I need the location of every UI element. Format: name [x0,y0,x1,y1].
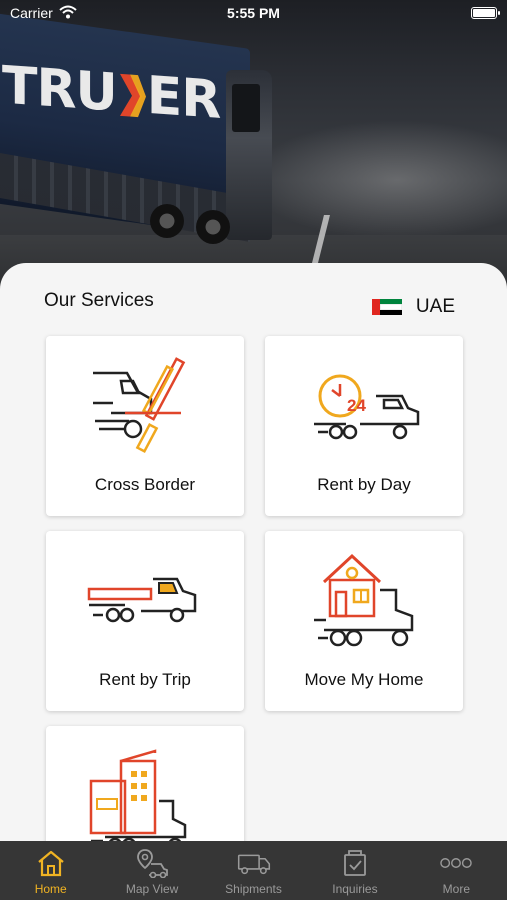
service-card-rent-by-trip[interactable]: Rent by Trip [46,531,244,711]
service-card-move-my-home[interactable]: Move My Home [265,531,463,711]
rent-by-day-badge: 24 [347,396,366,415]
commercial-move-icon [46,736,244,841]
brand-text-left: TRU [2,55,117,124]
brand-chevron-icon [118,71,146,119]
service-card-label: Rent by Trip [99,670,191,689]
tab-bar: Home Map View Shipments Inquiries More [0,841,507,900]
truck-wheel [150,204,184,238]
truck-wheel [196,210,230,244]
service-card-label: Cross Border [94,475,196,494]
service-card-label: Move My Home [304,670,424,689]
service-card-cross-border[interactable]: Cross Border [46,336,244,516]
rent-by-trip-icon [46,541,244,661]
status-left: Carrier [10,5,77,22]
map-view-icon [135,848,169,878]
tab-label: Home [34,882,67,896]
tab-inquiries[interactable]: Inquiries [304,841,405,900]
status-bar: Carrier 5:55 PM [0,0,507,26]
service-card-label: Rent by Day [317,475,411,494]
tab-map-view[interactable]: Map View [101,841,202,900]
more-icon [439,848,473,878]
rent-by-day-icon: 24 [265,346,463,466]
battery-icon [471,7,500,19]
tab-label: Shipments [225,882,282,896]
move-my-home-icon [265,541,463,661]
tab-home[interactable]: Home [0,841,101,900]
services-sheet: Our Services UAE Cross Border 24 Rent by… [0,263,507,841]
hero-banner: TRU ER [0,0,507,300]
brand-text-right: ER [146,65,221,131]
inquiries-icon [338,848,372,878]
sky-glow [247,120,507,240]
service-card-commercial-move[interactable] [46,726,244,841]
tab-label: Map View [125,882,179,896]
tab-label: More [442,882,470,896]
uae-flag-icon [371,299,402,315]
carrier-label: Carrier [10,5,53,21]
service-card-rent-by-day[interactable]: 24 Rent by Day [265,336,463,516]
tab-more[interactable]: More [406,841,507,900]
wifi-icon [59,5,77,22]
home-icon [34,848,68,878]
shipments-icon [237,848,271,878]
country-name: UAE [415,296,455,317]
tab-label: Inquiries [332,882,378,896]
services-title: Our Services [44,290,154,311]
tab-shipments[interactable]: Shipments [203,841,304,900]
country-selector[interactable]: UAE [371,296,455,318]
cross-border-icon [46,346,244,466]
